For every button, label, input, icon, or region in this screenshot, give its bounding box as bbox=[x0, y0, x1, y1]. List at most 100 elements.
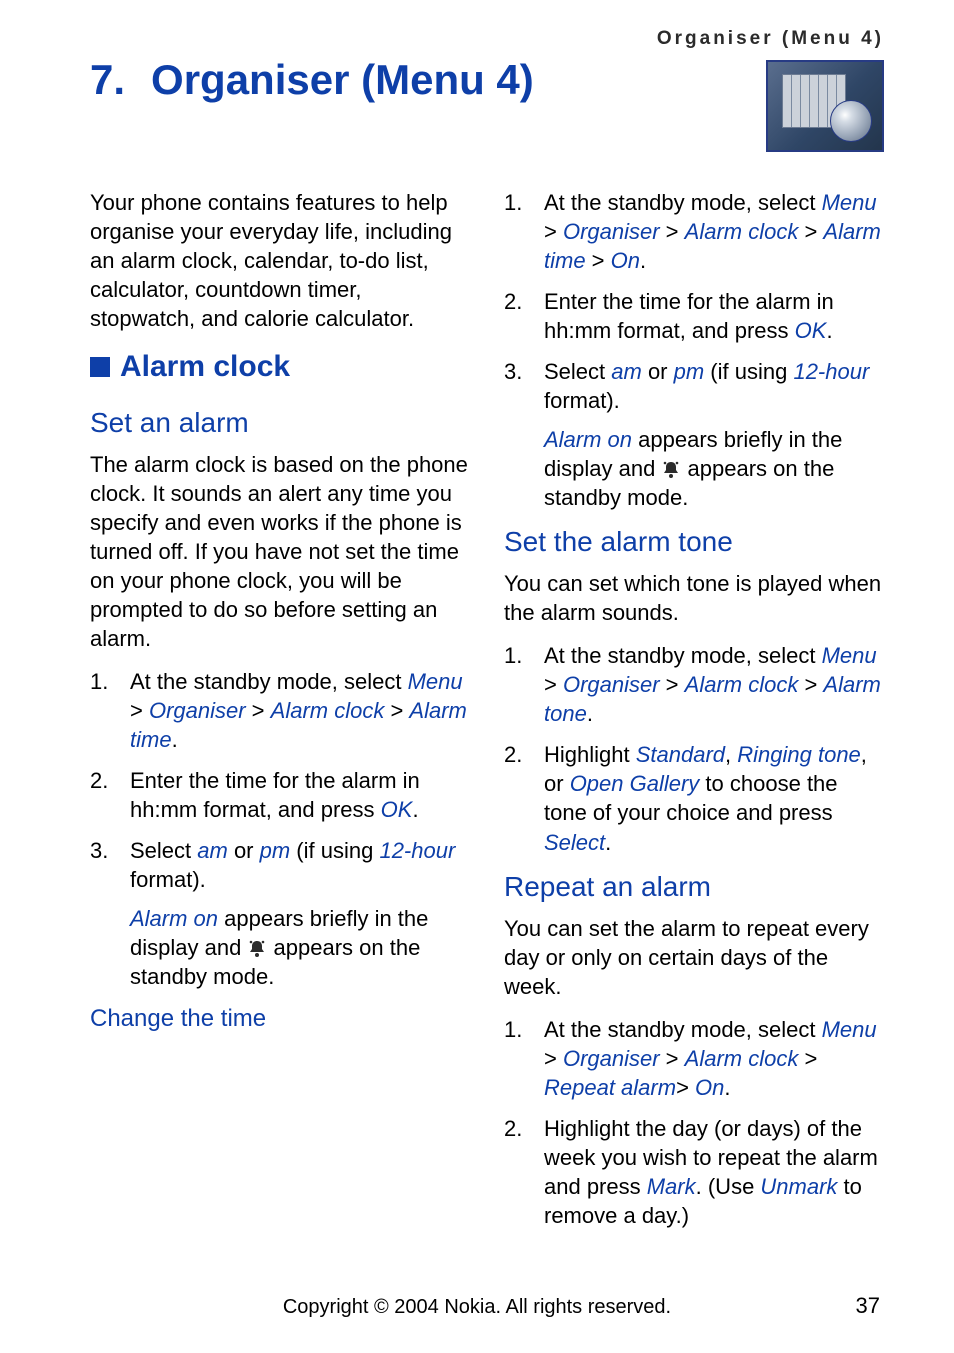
menu-keyword: pm bbox=[260, 838, 291, 863]
square-bullet-icon bbox=[90, 357, 110, 377]
menu-keyword: Alarm clock bbox=[685, 1046, 799, 1071]
menu-keyword: am bbox=[197, 838, 228, 863]
step-text: format). bbox=[544, 388, 620, 413]
set-tone-body: You can set which tone is played when th… bbox=[504, 569, 884, 627]
step-text: or bbox=[642, 359, 674, 384]
menu-keyword: Repeat alarm bbox=[544, 1075, 676, 1100]
step-text: At the standby mode, select bbox=[544, 643, 822, 668]
step-text: At the standby mode, select bbox=[130, 669, 408, 694]
alarm-bell-icon bbox=[661, 456, 681, 474]
sep: > bbox=[384, 698, 409, 723]
step-text: (if using bbox=[290, 838, 379, 863]
menu-keyword: Alarm clock bbox=[685, 219, 799, 244]
list-item: At the standby mode, select Menu > Organ… bbox=[90, 667, 470, 754]
menu-keyword: Organiser bbox=[563, 1046, 660, 1071]
step-text: , bbox=[725, 742, 737, 767]
list-item: Enter the time for the alarm in hh:mm fo… bbox=[90, 766, 470, 824]
alarm-bell-icon bbox=[247, 935, 267, 953]
sep: > bbox=[798, 672, 823, 697]
sep: > bbox=[544, 219, 563, 244]
menu-keyword: Alarm on bbox=[544, 427, 632, 452]
step-text: Select bbox=[544, 359, 611, 384]
dot: . bbox=[826, 318, 832, 343]
dot: . bbox=[724, 1075, 730, 1100]
list-item: At the standby mode, select Menu > Organ… bbox=[504, 641, 884, 728]
copyright-footer: Copyright © 2004 Nokia. All rights reser… bbox=[0, 1296, 954, 1319]
dot: . bbox=[587, 701, 593, 726]
repeat-body: You can set the alarm to repeat every da… bbox=[504, 914, 884, 1001]
repeat-steps: At the standby mode, select Menu > Organ… bbox=[504, 1015, 884, 1230]
step-text: format). bbox=[130, 867, 206, 892]
sep: > bbox=[544, 1046, 563, 1071]
sep: > bbox=[246, 698, 271, 723]
step-sub: Alarm on appears briefly in the display … bbox=[544, 425, 884, 512]
sep: > bbox=[130, 698, 149, 723]
chapter-title: Organiser (Menu 4) bbox=[151, 56, 534, 104]
heading-repeat-alarm: Repeat an alarm bbox=[504, 869, 884, 906]
chapter-title-wrap: 7. Organiser (Menu 4) bbox=[90, 56, 534, 104]
dot: . bbox=[412, 797, 418, 822]
menu-keyword: 12-hour bbox=[379, 838, 455, 863]
menu-keyword: Alarm clock bbox=[271, 698, 385, 723]
sep: > bbox=[798, 219, 823, 244]
calendar-clock-icon bbox=[766, 60, 884, 152]
menu-keyword: Organiser bbox=[149, 698, 246, 723]
menu-keyword: Alarm on bbox=[130, 906, 218, 931]
menu-keyword: Standard bbox=[636, 742, 725, 767]
sep: > bbox=[660, 219, 685, 244]
menu-keyword: Organiser bbox=[563, 219, 660, 244]
sep: > bbox=[586, 248, 611, 273]
step-text: Enter the time for the alarm in hh:mm fo… bbox=[544, 289, 834, 343]
set-tone-steps: At the standby mode, select Menu > Organ… bbox=[504, 641, 884, 856]
dot: . bbox=[605, 830, 611, 855]
menu-keyword: am bbox=[611, 359, 642, 384]
sep: > bbox=[798, 1046, 817, 1071]
step-text: or bbox=[228, 838, 260, 863]
list-item: At the standby mode, select Menu > Organ… bbox=[504, 188, 884, 275]
heading-change-the-time: Change the time bbox=[90, 1003, 470, 1035]
sep: > bbox=[676, 1075, 695, 1100]
menu-keyword: Organiser bbox=[563, 672, 660, 697]
chapter-number: 7. bbox=[90, 56, 125, 104]
menu-keyword: Select bbox=[544, 830, 605, 855]
step-text: Highlight bbox=[544, 742, 636, 767]
step-sub: Alarm on appears briefly in the display … bbox=[130, 904, 470, 991]
list-item: Select am or pm (if using 12-hour format… bbox=[90, 836, 470, 991]
menu-keyword: On bbox=[611, 248, 640, 273]
heading-set-an-alarm: Set an alarm bbox=[90, 405, 470, 442]
menu-keyword: On bbox=[695, 1075, 724, 1100]
step-text: (if using bbox=[704, 359, 793, 384]
menu-keyword: Menu bbox=[822, 1017, 877, 1042]
menu-keyword: OK bbox=[381, 797, 413, 822]
list-item: At the standby mode, select Menu > Organ… bbox=[504, 1015, 884, 1102]
dot: . bbox=[172, 727, 178, 752]
step-text: At the standby mode, select bbox=[544, 190, 822, 215]
step-text: Select bbox=[130, 838, 197, 863]
list-item: Enter the time for the alarm in hh:mm fo… bbox=[504, 287, 884, 345]
menu-keyword: Menu bbox=[822, 190, 877, 215]
menu-keyword: Ringing tone bbox=[737, 742, 861, 767]
menu-keyword: Unmark bbox=[760, 1174, 837, 1199]
chapter-header: 7. Organiser (Menu 4) bbox=[90, 56, 884, 152]
sep: > bbox=[660, 672, 685, 697]
section-alarm-clock-label: Alarm clock bbox=[120, 347, 290, 387]
menu-keyword: Alarm clock bbox=[685, 672, 799, 697]
body-columns: Your phone contains features to help org… bbox=[90, 188, 884, 1230]
dot: . bbox=[640, 248, 646, 273]
list-item: Highlight the day (or days) of the week … bbox=[504, 1114, 884, 1230]
menu-keyword: Mark bbox=[647, 1174, 696, 1199]
step-text: At the standby mode, select bbox=[544, 1017, 822, 1042]
step-text: Enter the time for the alarm in hh:mm fo… bbox=[130, 768, 420, 822]
sep: > bbox=[660, 1046, 685, 1071]
sep: > bbox=[544, 672, 563, 697]
page-number: 37 bbox=[856, 1293, 880, 1319]
heading-set-alarm-tone: Set the alarm tone bbox=[504, 524, 884, 561]
menu-keyword: Open Gallery bbox=[570, 771, 700, 796]
menu-keyword: Menu bbox=[408, 669, 463, 694]
menu-keyword: Menu bbox=[822, 643, 877, 668]
set-alarm-body: The alarm clock is based on the phone cl… bbox=[90, 450, 470, 653]
intro-paragraph: Your phone contains features to help org… bbox=[90, 188, 470, 333]
change-time-steps: At the standby mode, select Menu > Organ… bbox=[504, 188, 884, 512]
set-alarm-steps: At the standby mode, select Menu > Organ… bbox=[90, 667, 470, 991]
menu-keyword: OK bbox=[795, 318, 827, 343]
